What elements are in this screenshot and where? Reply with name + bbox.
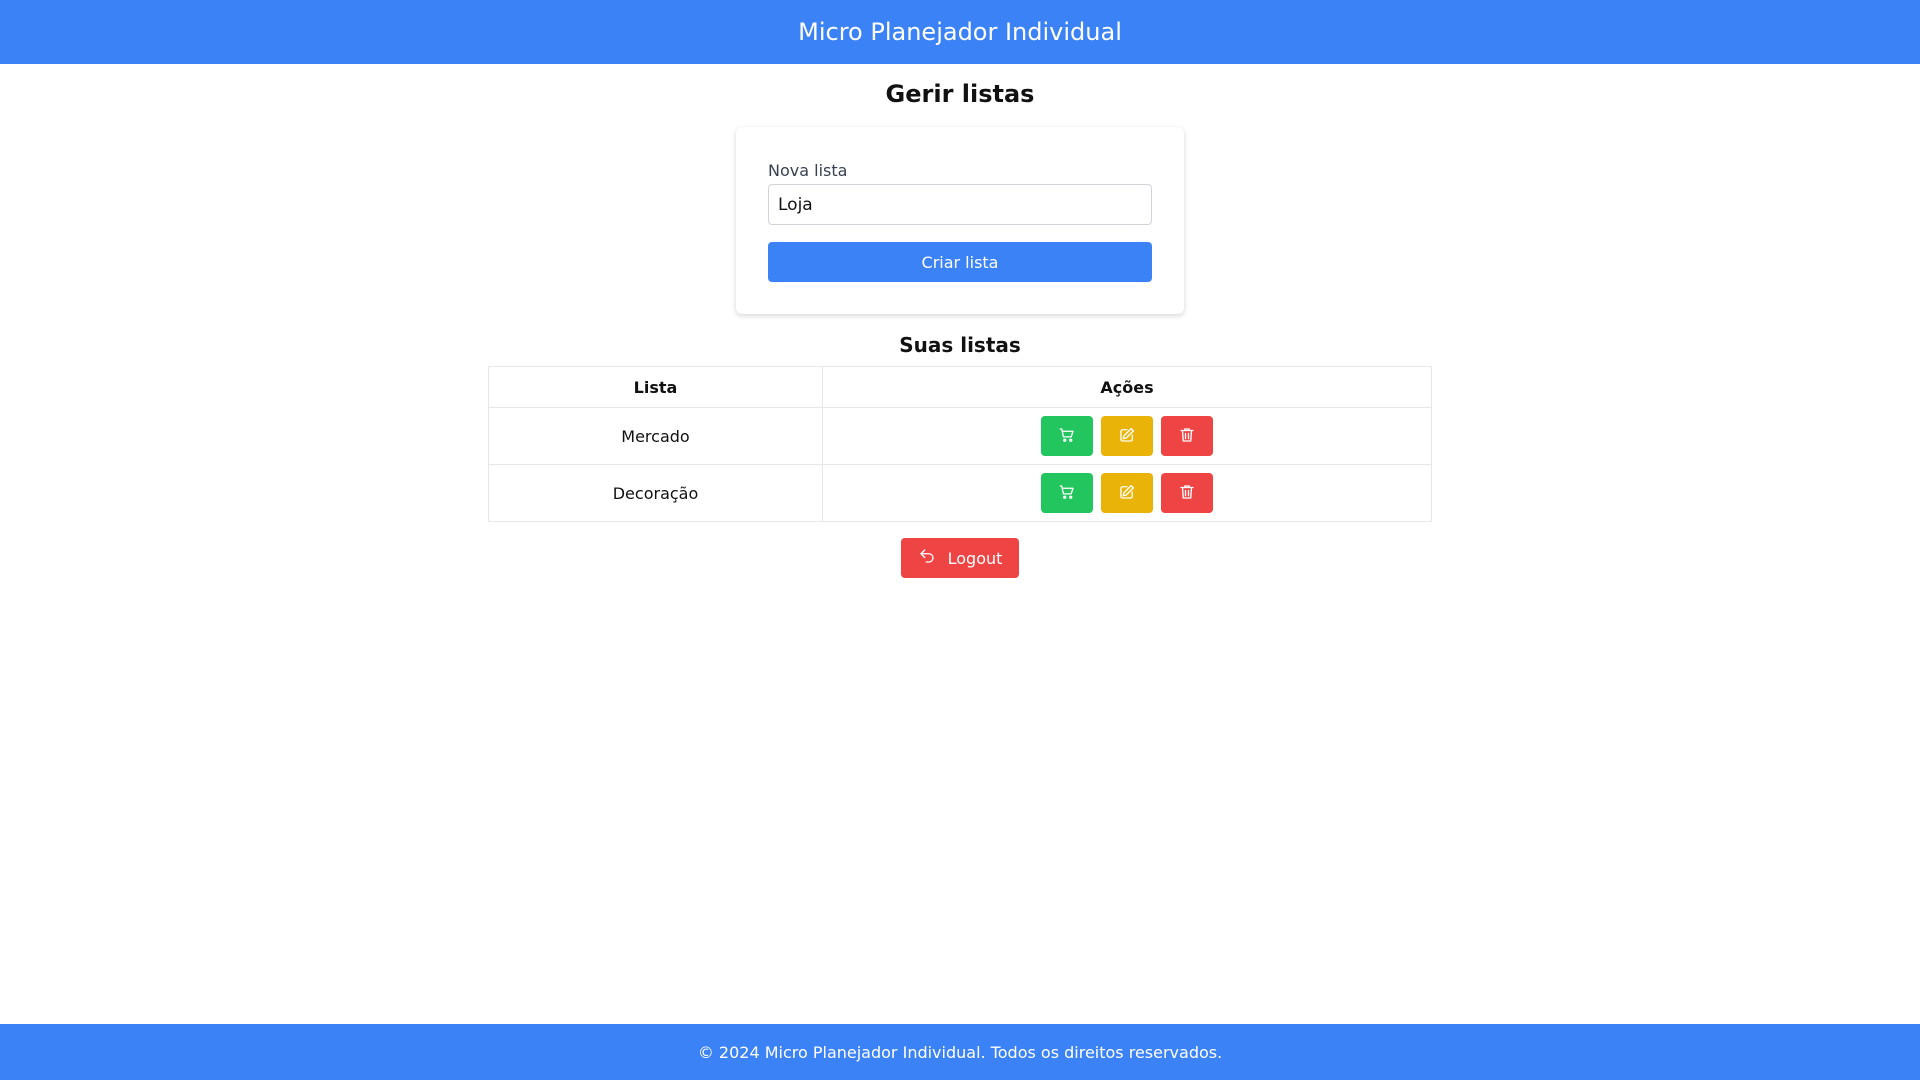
undo-arrow-icon bbox=[918, 547, 936, 569]
cart-icon bbox=[1058, 426, 1076, 447]
top-bar: Micro Planejador Individual bbox=[0, 0, 1920, 64]
edit-icon bbox=[1118, 426, 1136, 447]
new-list-card: Nova lista Criar lista bbox=[736, 127, 1184, 314]
edit-list-button[interactable] bbox=[1101, 473, 1153, 513]
page-title: Gerir listas bbox=[885, 80, 1035, 108]
table-header-row: Lista Ações bbox=[488, 366, 1432, 408]
actions-cell bbox=[822, 464, 1432, 522]
page: Micro Planejador Individual Gerir listas… bbox=[0, 0, 1920, 1080]
cart-icon bbox=[1058, 483, 1076, 504]
trash-icon bbox=[1178, 483, 1196, 504]
actions-cell bbox=[822, 407, 1432, 465]
app-title: Micro Planejador Individual bbox=[798, 18, 1122, 46]
delete-list-button[interactable] bbox=[1161, 473, 1213, 513]
edit-list-button[interactable] bbox=[1101, 416, 1153, 456]
open-list-button[interactable] bbox=[1041, 416, 1093, 456]
footer: © 2024 Micro Planejador Individual. Todo… bbox=[0, 1024, 1920, 1080]
open-list-button[interactable] bbox=[1041, 473, 1093, 513]
table-row: Decoração bbox=[488, 464, 1432, 522]
new-list-input[interactable] bbox=[768, 184, 1152, 225]
table-row: Mercado bbox=[488, 407, 1432, 465]
lists-table: Lista Ações Mercado Decoração bbox=[488, 366, 1432, 522]
column-header-list: Lista bbox=[488, 366, 823, 408]
delete-list-button[interactable] bbox=[1161, 416, 1213, 456]
row-actions bbox=[823, 473, 1431, 513]
list-name-cell: Decoração bbox=[488, 464, 823, 522]
footer-copyright: © 2024 Micro Planejador Individual. Todo… bbox=[697, 1042, 1223, 1062]
new-list-label: Nova lista bbox=[768, 161, 848, 180]
edit-icon bbox=[1118, 483, 1136, 504]
logout-button[interactable]: Logout bbox=[901, 538, 1019, 578]
create-list-button[interactable]: Criar lista bbox=[768, 242, 1152, 282]
lists-section-title: Suas listas bbox=[899, 333, 1021, 357]
column-header-actions: Ações bbox=[822, 366, 1432, 408]
list-name-cell: Mercado bbox=[488, 407, 823, 465]
trash-icon bbox=[1178, 426, 1196, 447]
row-actions bbox=[823, 416, 1431, 456]
logout-label: Logout bbox=[947, 548, 1003, 568]
